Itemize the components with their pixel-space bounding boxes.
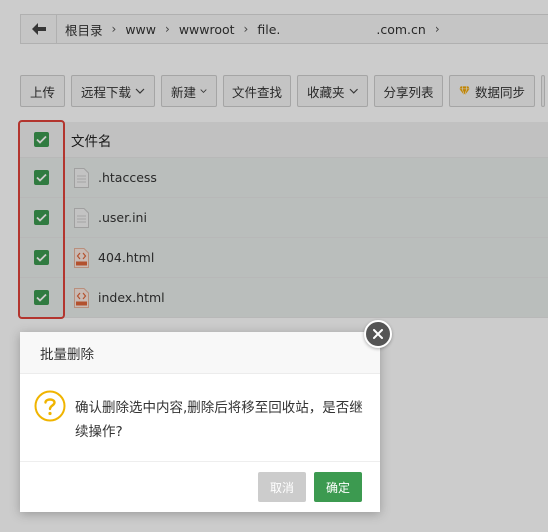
cancel-button[interactable]: 取消	[258, 472, 306, 502]
cancel-label: 取消	[269, 480, 294, 495]
close-dialog-button[interactable]	[364, 320, 392, 348]
close-icon	[373, 329, 383, 339]
dialog-title: 批量删除	[20, 332, 380, 374]
batch-delete-dialog: 批量删除 确认删除选中内容,删除后将移至回收站，是否继续操作? 取消 确定	[20, 332, 380, 512]
dialog-body: 确认删除选中内容,删除后将移至回收站，是否继续操作?	[20, 374, 380, 462]
dialog-message: 确认删除选中内容,删除后将移至回收站，是否继续操作?	[75, 400, 363, 440]
question-icon	[34, 390, 66, 422]
dialog-footer: 取消 确定	[20, 462, 380, 512]
confirm-label: 确定	[325, 480, 350, 495]
dialog-title-text: 批量删除	[40, 346, 94, 363]
confirm-button[interactable]: 确定	[314, 472, 362, 502]
